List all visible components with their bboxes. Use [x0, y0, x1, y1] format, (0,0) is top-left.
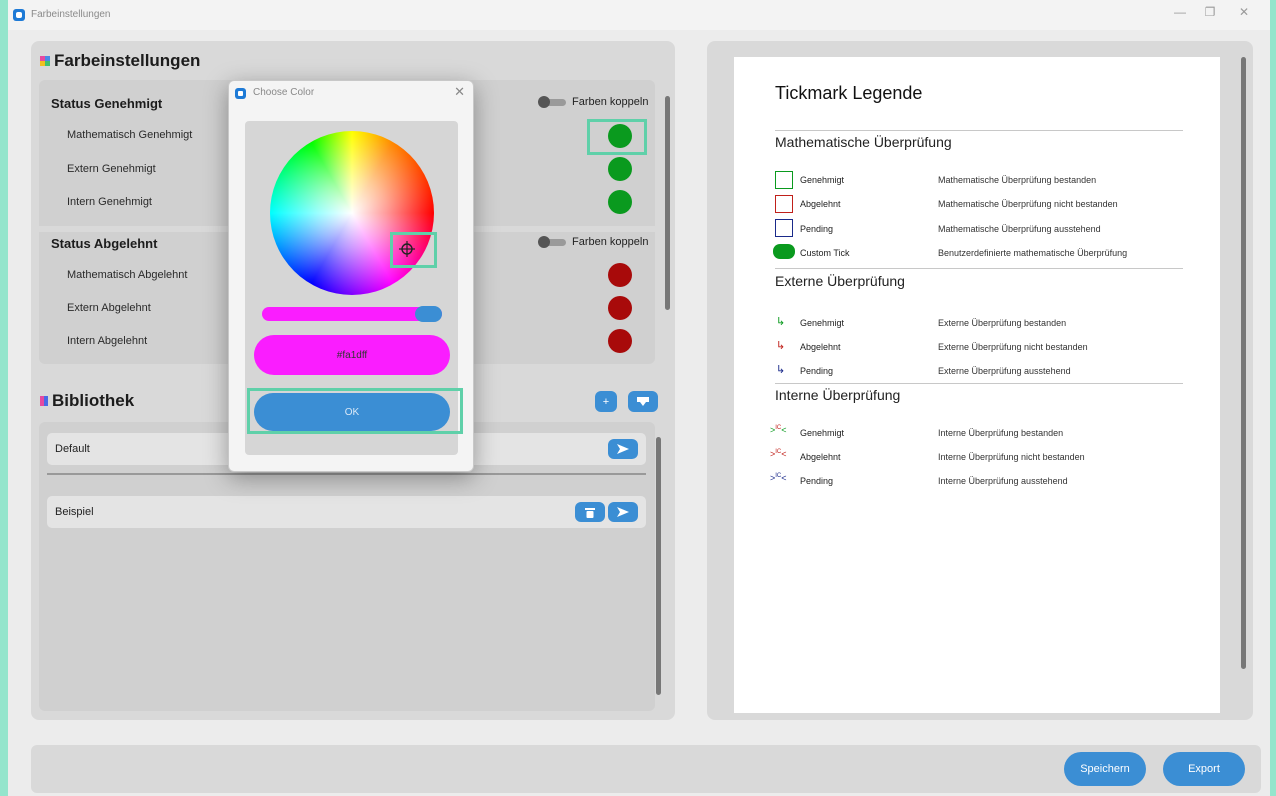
approved-row-intern: Intern Genehmigt — [67, 196, 152, 208]
add-library-button[interactable]: + — [595, 391, 617, 412]
sections-scrollbar[interactable] — [665, 96, 670, 310]
toggle-switch[interactable] — [538, 236, 566, 248]
rejected-row-intern: Intern Abgelehnt — [67, 335, 148, 347]
title-bar: Farbeinstellungen — ❐ ✕ — [8, 0, 1270, 30]
palette-icon — [40, 56, 50, 66]
legend-math-title: Mathematische Überprüfung — [775, 134, 952, 150]
arrow-tick-icon: ↳ — [776, 340, 786, 352]
color-swatch-intern-approved[interactable] — [608, 190, 632, 214]
arrow-tick-icon: ↳ — [776, 364, 786, 376]
approved-couple-toggle[interactable]: Farben koppeln — [538, 96, 648, 108]
export-button[interactable]: Export — [1163, 752, 1245, 786]
load-library-button[interactable] — [608, 439, 638, 459]
library-title: Bibliothek — [52, 391, 135, 410]
close-button[interactable]: ✕ — [1234, 5, 1254, 19]
library-item-name: Default — [55, 443, 90, 455]
legend-name: Custom Tick — [800, 248, 850, 258]
toggle-switch[interactable] — [538, 96, 566, 108]
download-icon — [637, 396, 649, 406]
import-library-button[interactable] — [628, 391, 658, 412]
send-icon — [617, 444, 629, 454]
library-heading: Bibliothek — [40, 391, 134, 411]
toggle-label: Farben koppeln — [572, 236, 649, 248]
legend-int-title: Interne Überprüfung — [775, 387, 901, 403]
rejected-section-title: Status Abgelehnt — [51, 236, 158, 251]
hex-value-field[interactable]: #fa1dff — [254, 335, 450, 375]
legend-desc: Benutzerdefinierte mathematische Überprü… — [938, 248, 1128, 258]
footer-bar: Speichern Export — [31, 745, 1261, 793]
choose-color-dialog: Choose Color ✕ #fa1dff OK — [228, 80, 474, 472]
approved-row-extern: Extern Genehmigt — [67, 163, 156, 175]
legend-desc: Interne Überprüfung nicht bestanden — [938, 452, 1085, 462]
legend-desc: Mathematische Überprüfung nicht bestande… — [938, 199, 1118, 209]
legend-name: Abgelehnt — [800, 452, 841, 462]
highlight-box — [587, 119, 647, 155]
legend-name: Abgelehnt — [800, 199, 841, 209]
library-scrollbar[interactable] — [656, 437, 661, 695]
tick-box-icon — [775, 171, 793, 189]
save-button[interactable]: Speichern — [1064, 752, 1146, 786]
custom-tick-icon — [773, 244, 795, 259]
color-swatch-math-rejected[interactable] — [608, 263, 632, 287]
color-settings-title: Farbeinstellungen — [54, 51, 201, 70]
send-icon — [617, 507, 629, 517]
app-icon — [235, 88, 246, 99]
color-swatch-extern-rejected[interactable] — [608, 296, 632, 320]
legend-title: Tickmark Legende — [775, 83, 923, 103]
legend-desc: Interne Überprüfung ausstehend — [938, 476, 1068, 486]
list-divider — [47, 473, 646, 475]
app-icon — [13, 9, 25, 21]
color-picker: #fa1dff OK — [245, 121, 463, 455]
arrow-tick-icon: ↳ — [776, 316, 786, 328]
highlight-box — [247, 388, 463, 434]
legend-desc: Interne Überprüfung bestanden — [938, 428, 1064, 438]
legend-page: Tickmark Legende Mathematische Überprüfu… — [734, 57, 1220, 713]
highlight-box — [390, 232, 437, 268]
library-item-beispiel[interactable]: Beispiel — [47, 496, 646, 528]
legend-desc: Mathematische Überprüfung ausstehend — [938, 224, 1101, 234]
divider — [775, 130, 1183, 131]
dialog-close-button[interactable]: ✕ — [454, 84, 465, 100]
tick-box-icon — [775, 219, 793, 237]
ic-tick-icon: >IC< — [770, 425, 787, 435]
ic-tick-icon: >IC< — [770, 473, 787, 483]
rejected-row-extern: Extern Abgelehnt — [67, 302, 151, 314]
legend-name: Pending — [800, 224, 834, 234]
preview-scrollbar[interactable] — [1241, 57, 1246, 669]
toggle-label: Farben koppeln — [572, 96, 649, 108]
delete-library-button[interactable] — [575, 502, 605, 522]
legend-ext-title: Externe Überprüfung — [775, 273, 905, 289]
color-wheel-overlay — [270, 131, 434, 295]
rejected-row-math: Mathematisch Abgelehnt — [67, 269, 188, 281]
color-swatch-extern-approved[interactable] — [608, 157, 632, 181]
tick-box-icon — [775, 195, 793, 213]
load-library-button[interactable] — [608, 502, 638, 522]
legend-name: Genehmigt — [800, 175, 845, 185]
book-icon — [40, 396, 48, 406]
divider — [775, 383, 1183, 384]
legend-name: Genehmigt — [800, 318, 845, 328]
legend-desc: Mathematische Überprüfung bestanden — [938, 175, 1097, 185]
rejected-couple-toggle[interactable]: Farben koppeln — [538, 236, 648, 248]
window-title: Farbeinstellungen — [31, 9, 111, 20]
legend-desc: Externe Überprüfung bestanden — [938, 318, 1067, 328]
legend-desc: Externe Überprüfung nicht bestanden — [938, 342, 1088, 352]
approved-section-title: Status Genehmigt — [51, 96, 163, 111]
color-settings-heading: Farbeinstellungen — [40, 51, 200, 71]
legend-name: Pending — [800, 366, 834, 376]
divider — [775, 268, 1183, 269]
slider-handle[interactable] — [415, 306, 442, 322]
dialog-title: Choose Color — [253, 87, 315, 98]
color-swatch-intern-rejected[interactable] — [608, 329, 632, 353]
legend-desc: Externe Überprüfung ausstehend — [938, 366, 1071, 376]
ic-tick-icon: >IC< — [770, 449, 787, 459]
minimize-button[interactable]: — — [1170, 5, 1190, 19]
approved-row-math: Mathematisch Genehmigt — [67, 129, 193, 141]
legend-name: Abgelehnt — [800, 342, 841, 352]
legend-name: Genehmigt — [800, 428, 845, 438]
library-item-name: Beispiel — [55, 506, 94, 518]
restore-button[interactable]: ❐ — [1200, 5, 1220, 19]
legend-name: Pending — [800, 476, 834, 486]
trash-icon — [585, 507, 595, 518]
